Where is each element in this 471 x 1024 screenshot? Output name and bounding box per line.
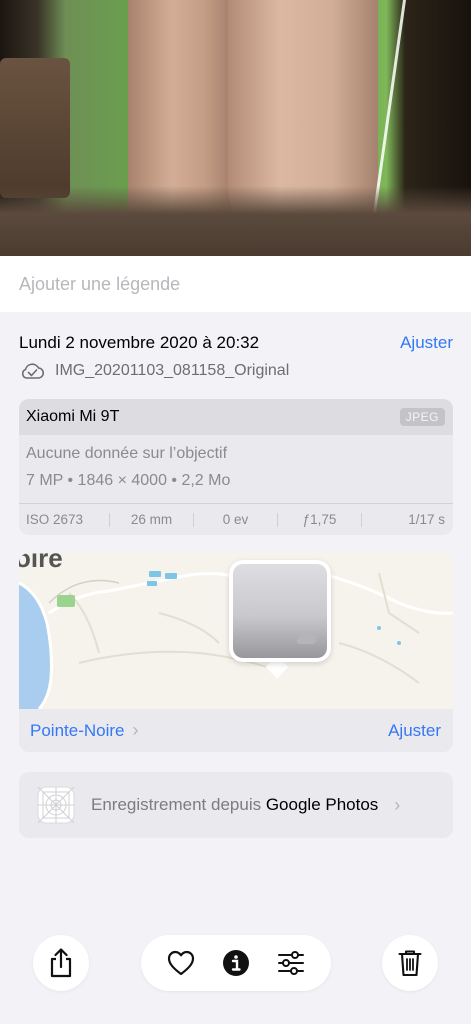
import-source-name: Google Photos [265,795,379,814]
import-source-card[interactable]: Enregistrement depuis Google Photos › [19,772,453,838]
camera-model: Xiaomi Mi 9T [26,408,120,425]
chevron-right-icon: › [132,720,139,740]
thumbnail-image [233,564,327,658]
info-button[interactable] [216,943,256,983]
place-name: Pointe-Noire [30,720,125,740]
share-button[interactable] [33,935,89,991]
exif-focal-length: 26 mm [110,512,194,527]
file-row: IMG_20201103_081158_Original [19,360,289,382]
share-icon [50,948,72,978]
place-link[interactable]: Pointe-Noire › [30,720,139,741]
photo-viewer[interactable] [0,0,471,256]
exif-aperture: ƒ1,75 [278,512,362,527]
heart-icon [167,950,194,976]
camera-header: Xiaomi Mi 9T JPEG [19,399,453,435]
favorite-button[interactable] [161,943,201,983]
exif-shutter-speed: 1/17 s [408,511,445,527]
photo-bag [0,58,70,198]
adjust-date-button[interactable]: Ajuster [400,333,453,353]
trash-icon [398,950,422,977]
exif-row: ISO 2673 26 mm 0 ev ƒ1,75 1/17 s [19,503,453,535]
photo-pin-thumbnail[interactable] [229,560,331,662]
adjust-sliders-icon [278,951,305,975]
import-prefix: Enregistrement depuis [91,795,262,814]
lens-info: Aucune donnée sur l’objectif [26,445,228,462]
photo-floor [0,186,471,256]
location-card: oire Pointe-Noire › Ajuster [19,553,453,752]
chevron-right-icon: › [394,794,401,815]
photo-date: Lundi 2 novembre 2020 à 20:32 [19,333,260,352]
location-map[interactable]: oire [19,553,453,709]
adjust-location-button[interactable]: Ajuster [388,721,441,741]
file-name: IMG_20201103_081158_Original [55,362,290,379]
exif-iso: ISO 2673 [19,512,110,527]
map-city-label: oire [19,553,63,573]
location-footer: Pointe-Noire › Ajuster [19,709,453,752]
exif-exposure-value: 0 ev [194,512,278,527]
cloud-check-icon [21,363,45,379]
google-photos-app-icon [37,786,75,824]
image-specs: 7 MP • 1846 × 4000 • 2,2 Mo [26,472,231,489]
format-badge: JPEG [399,408,445,426]
adjust-button[interactable] [271,943,311,983]
action-pill [141,935,331,991]
delete-button[interactable] [382,935,438,991]
cloud-icon [296,632,317,644]
caption-input[interactable]: Ajouter une légende [0,256,471,312]
date-row: Lundi 2 novembre 2020 à 20:32 Ajuster [19,332,453,354]
info-icon [222,950,249,976]
camera-info-card: Xiaomi Mi 9T JPEG Aucune donnée sur l’ob… [19,399,453,535]
import-source-text: Enregistrement depuis Google Photos [91,795,378,815]
